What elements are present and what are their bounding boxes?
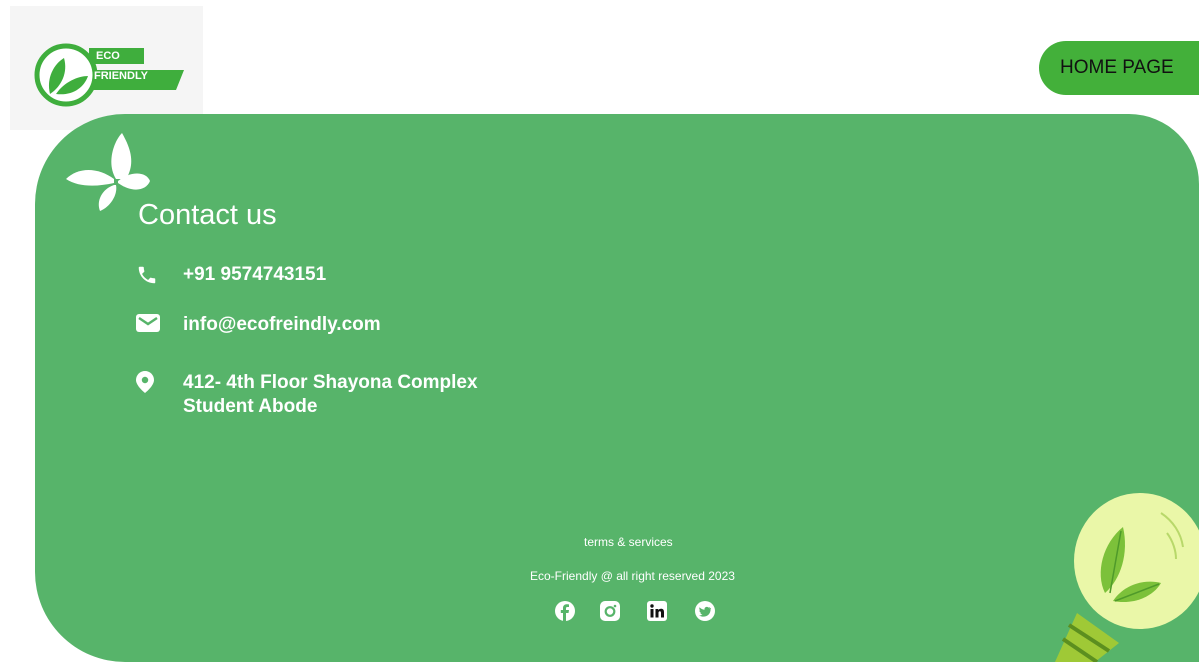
phone-icon (138, 266, 156, 284)
address-line-1: 412- 4th Floor Shayona Complex (183, 372, 478, 393)
location-pin-icon (136, 371, 154, 393)
linkedin-icon[interactable] (647, 601, 667, 621)
address-text: 412- 4th Floor Shayona Complex Student A… (183, 371, 478, 419)
contact-title: Contact us (138, 199, 277, 231)
mail-icon (136, 314, 160, 332)
twitter-icon[interactable] (695, 601, 715, 621)
logo-text-eco: ECO (96, 50, 120, 62)
phone-number: +91 9574743151 (183, 264, 327, 285)
terms-services-link[interactable]: terms & services (584, 535, 673, 549)
email-address: info@ecofreindly.com (183, 314, 381, 335)
facebook-icon[interactable] (555, 601, 575, 621)
instagram-icon[interactable] (600, 601, 620, 621)
logo[interactable]: ECO FRIENDLY (10, 6, 203, 130)
address-line-2: Student Abode (183, 396, 318, 417)
light-bulb-icon (1055, 493, 1199, 662)
copyright-text: Eco-Friendly @ all right reserved 2023 (530, 569, 735, 583)
logo-text-friendly: FRIENDLY (94, 70, 148, 82)
home-page-button[interactable]: HOME PAGE (1039, 41, 1199, 95)
